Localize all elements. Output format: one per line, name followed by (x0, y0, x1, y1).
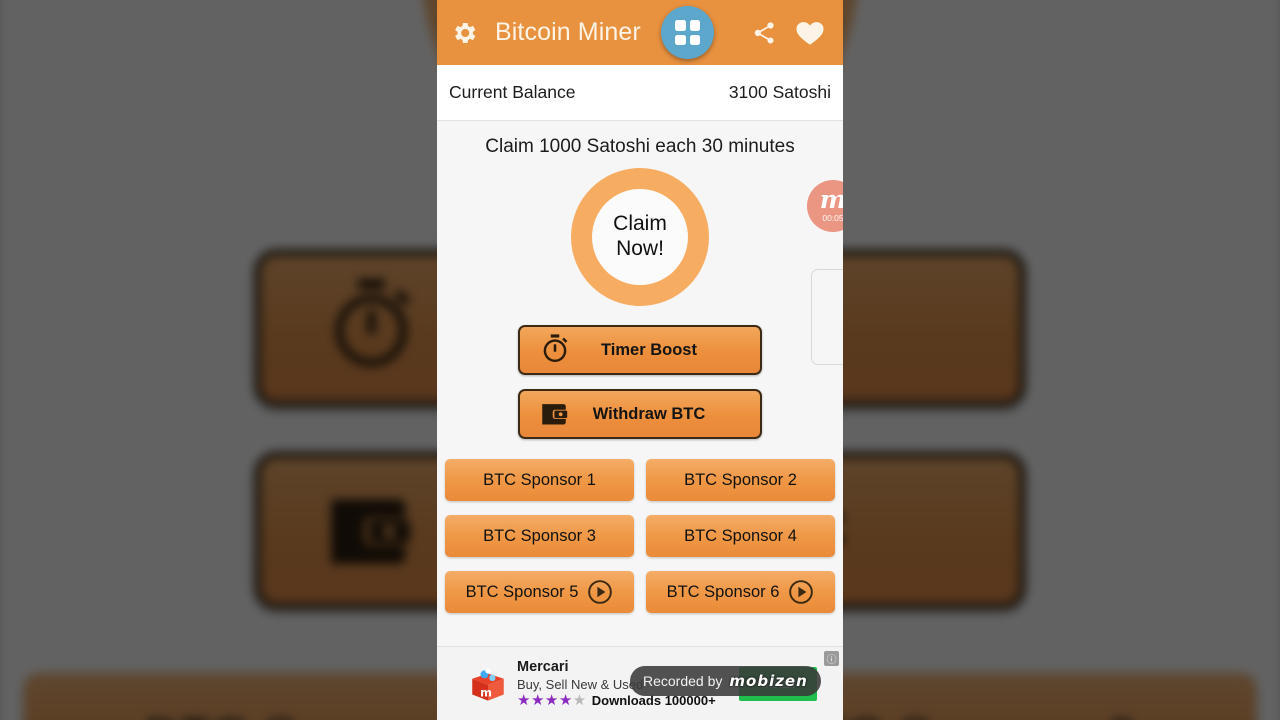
sponsor-button-1[interactable]: BTC Sponsor 1 (445, 459, 634, 501)
sponsor-label: BTC Sponsor 3 (483, 526, 596, 545)
withdraw-btc-button[interactable]: Withdraw BTC (518, 389, 762, 439)
balance-value: 3100 Satoshi (728, 82, 831, 102)
sponsor-button-2[interactable]: BTC Sponsor 2 (646, 459, 835, 501)
app-bar: Bitcoin Miner (437, 0, 843, 65)
timer-boost-label: Timer Boost (601, 340, 697, 359)
wallet-icon (542, 404, 568, 425)
sponsor-grid: BTC Sponsor 1 BTC Sponsor 2 BTC Sponsor … (445, 459, 835, 613)
svg-text:m: m (480, 685, 492, 699)
wallet-icon (331, 499, 410, 564)
claim-info-text: Claim 1000 Satoshi each 30 minutes (485, 136, 795, 157)
edge-panel-outline (811, 269, 843, 365)
recording-timer: 00:05 (822, 212, 843, 223)
balance-row: Current Balance 3100 Satoshi (437, 65, 843, 121)
phone-screen: Bitcoin Miner Current Balance 3100 Satos… (437, 0, 843, 720)
stopwatch-icon (543, 334, 568, 363)
grid-cell (689, 20, 700, 31)
sponsor-button-4[interactable]: BTC Sponsor 4 (646, 515, 835, 557)
main-content: Claim 1000 Satoshi each 30 minutes Claim… (437, 121, 843, 646)
grid-icon[interactable] (661, 6, 714, 59)
grid-cell (689, 34, 700, 45)
play-circle-icon (588, 580, 613, 604)
sponsor-label: BTC Sponsor 6 (666, 582, 780, 601)
watermark-text: Recorded by (643, 673, 723, 689)
sponsor-button-5[interactable]: BTC Sponsor 5 (445, 571, 634, 613)
mobizen-logo-icon: m (820, 188, 843, 212)
ad-rating-stars: ★★★★★ (517, 692, 587, 709)
app-bar-actions (751, 19, 831, 46)
heart-icon[interactable] (795, 19, 825, 46)
gear-icon[interactable] (449, 18, 479, 48)
claim-now-label: Claim Now! (592, 189, 688, 285)
recording-watermark: Recorded by mobizen (630, 666, 821, 696)
claim-label-line2: Now! (616, 237, 664, 260)
mercari-app-icon: m (472, 667, 504, 701)
grid-cell (675, 20, 686, 31)
play-circle-icon (789, 580, 814, 604)
mobizen-wordmark-icon: mobizen (729, 672, 808, 690)
share-icon[interactable] (751, 20, 777, 46)
claim-now-button[interactable]: Claim Now! (571, 168, 709, 306)
claim-button-wrap: Claim Now! (437, 168, 843, 306)
claim-label-line1: Claim (613, 212, 667, 236)
sponsor-label: BTC Sponsor 5 (465, 582, 579, 601)
sponsor-button-6[interactable]: BTC Sponsor 6 (646, 571, 835, 613)
sponsor-label: BTC Sponsor 4 (684, 526, 797, 545)
ad-info-icon[interactable]: ⓘ (824, 651, 839, 666)
screen-root: Bitcoin Miner Current Balance 3100 Satos… (0, 0, 1280, 720)
stopwatch-icon (335, 279, 411, 367)
withdraw-btc-label: Withdraw BTC (592, 404, 706, 423)
timer-boost-button[interactable]: Timer Boost (518, 325, 762, 375)
app-title: Bitcoin Miner (495, 18, 641, 46)
sponsor-button-3[interactable]: BTC Sponsor 3 (445, 515, 634, 557)
sponsor-label: BTC Sponsor 1 (483, 470, 596, 489)
grid-cell (675, 34, 686, 45)
sponsor-label: BTC Sponsor 2 (684, 470, 797, 489)
balance-label: Current Balance (449, 82, 576, 102)
